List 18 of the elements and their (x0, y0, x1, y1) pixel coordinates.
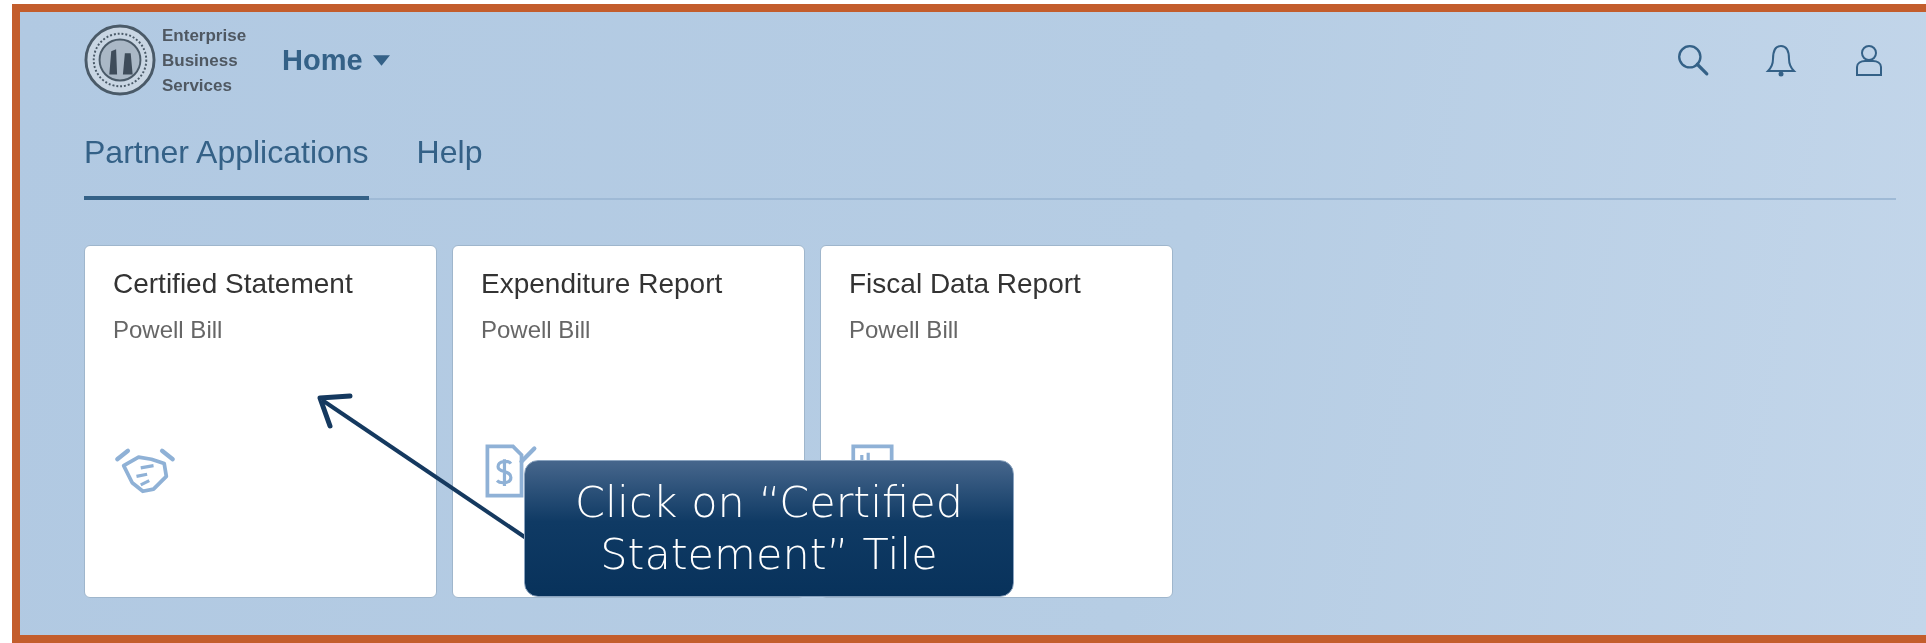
tile-title: Certified Statement (113, 268, 354, 300)
seal-logo-icon (84, 24, 156, 96)
bell-icon[interactable] (1764, 43, 1798, 77)
tile-subtitle: Powell Bill (849, 316, 960, 344)
tab[interactable]: Help (416, 108, 483, 200)
callout-tooltip: Click on “Certified Statement” Tile (524, 460, 1014, 597)
logo-text: Services (162, 74, 233, 97)
app-tile[interactable]: Certified Statement Powell Bill (84, 245, 437, 598)
tile-subtitle: Powell Bill (113, 316, 224, 344)
logo-text: Enterprise (162, 24, 247, 47)
logo-text: Business (162, 49, 239, 72)
tile-subtitle: Powell Bill (481, 316, 592, 344)
home-menu-button[interactable]: Home (282, 43, 390, 77)
tile-title: Fiscal Data Report (849, 268, 1082, 300)
tab[interactable]: Partner Applications (84, 108, 369, 200)
tile-title: Expenditure Report (481, 268, 724, 300)
caret-icon (372, 54, 390, 66)
search-icon[interactable] (1676, 43, 1710, 77)
